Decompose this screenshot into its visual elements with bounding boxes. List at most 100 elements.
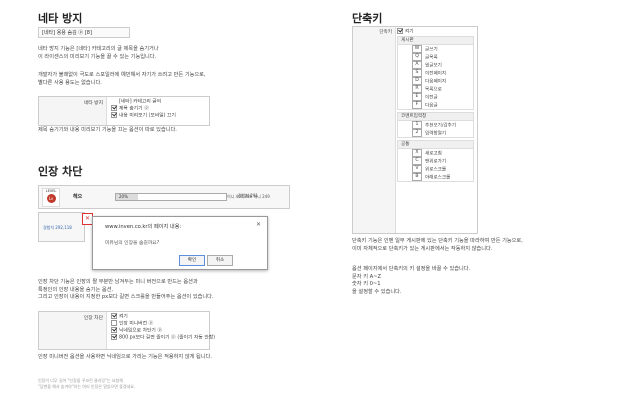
exp-progress: 20% bbox=[115, 193, 227, 201]
shortcut-group-title: 게시판 bbox=[398, 37, 473, 45]
shortcut-key-input[interactable]: B bbox=[412, 173, 422, 181]
shortcut-key-input[interactable]: F bbox=[412, 101, 422, 109]
checkbox[interactable] bbox=[111, 334, 117, 340]
checkbox[interactable] bbox=[111, 112, 117, 118]
signature-option-label: 인장 차단 bbox=[39, 312, 107, 349]
checkbox[interactable] bbox=[397, 28, 403, 34]
shortcut-action-label: 맨위로가기 bbox=[425, 159, 447, 165]
shortcut-action-label: 위로스크롤 bbox=[425, 167, 447, 173]
spoiler-desc-1: 네타 방지 기능은 [네타] 카테고리의 글 제목을 숨기거나 이 라이센스의 … bbox=[38, 46, 159, 60]
exp-percent: 20% bbox=[119, 194, 128, 199]
shortcut-group: 공통 X 새로고침 C 맨위로가기 V 위로스크롤 B 아래로스크롤 bbox=[397, 140, 474, 182]
signature-option-2[interactable]: 닉네임으로 차단기 ⓟ bbox=[111, 327, 215, 334]
shortcut-desc-2: 옵션 페이지에서 단축키의 키 설정을 바꿀 수 있습니다. 문자 키 A~Z … bbox=[352, 266, 471, 295]
shortcut-action-label: 목록으로 bbox=[425, 87, 442, 93]
signature-option-0[interactable]: 켜기 bbox=[111, 313, 215, 320]
signature-label: 경험치 292,118 bbox=[43, 225, 72, 230]
option-label: 인장 미니버전 ⓟ bbox=[119, 321, 154, 327]
level-badge-icon: Lv bbox=[46, 194, 56, 203]
shortcut-row: B 아래로스크롤 bbox=[398, 173, 473, 181]
shortcut-action-label: 추천보기/감추기 bbox=[425, 123, 457, 129]
shortcut-group: 코멘트입력창 1 추천보기/감추기 2 입력창열기 bbox=[397, 112, 474, 138]
shortcut-row: Q 글목록 bbox=[398, 53, 473, 61]
shortcut-key-input[interactable]: X bbox=[412, 149, 422, 157]
shortcut-key-input[interactable]: R bbox=[412, 85, 422, 93]
shortcut-action-label: 다음글 bbox=[425, 103, 438, 109]
shortcut-content: 켜기 게시판 W 글쓰기 Q 글목록 A 윗글보기 S 이전페이지 D 다음페이지 R 목록으로 E 이전글… bbox=[397, 28, 474, 184]
option-label: 닉네임으로 차단기 ⓟ bbox=[119, 328, 163, 334]
shortcut-key-input[interactable]: Q bbox=[412, 53, 422, 61]
spoiler-sample-text: [네타] 용용 숨김 ⓟ [8] bbox=[42, 30, 92, 36]
shortcut-row: W 글쓰기 bbox=[398, 45, 473, 53]
option-label: [네타] 카테고리 글의 bbox=[119, 99, 162, 105]
shortcut-row: C 맨위로가기 bbox=[398, 157, 473, 165]
shortcut-row: R 목록으로 bbox=[398, 85, 473, 93]
shortcut-row: F 다음글 bbox=[398, 101, 473, 109]
shortcut-row: 2 입력창열기 bbox=[398, 129, 473, 137]
shortcut-action-label: 새로고침 bbox=[425, 151, 442, 157]
option-label: 내용 미리보기 (모바일) 끄기 bbox=[119, 113, 176, 119]
spoiler-desc-2: 개발자가 불쾌없이 극도로 스포일러에 예민해서 자기가 쓰려고 만든 기능으로… bbox=[38, 72, 206, 86]
shortcut-key-input[interactable]: 1 bbox=[412, 121, 422, 129]
shortcut-group-title: 코멘트입력창 bbox=[398, 113, 473, 121]
shortcut-key-input[interactable]: E bbox=[412, 93, 422, 101]
ok-button[interactable]: 확인 bbox=[179, 255, 205, 266]
shortcut-row: 1 추천보기/감추기 bbox=[398, 121, 473, 129]
spoiler-sample: [네타] 용용 숨김 ⓟ [8] bbox=[38, 27, 130, 38]
signature-option-3[interactable]: 800 px보다 길면 줄이기 ⓟ (줄이기 자동 안함) bbox=[111, 334, 215, 341]
checkbox[interactable] bbox=[111, 313, 117, 319]
shortcut-action-label: 이전글 bbox=[425, 95, 438, 101]
spoiler-option-1[interactable]: 제목 숨기기 ⓟ bbox=[111, 105, 176, 112]
spoiler-option-list: [네타] 카테고리 글의 제목 숨기기 ⓟ 내용 미리보기 (모바일) 끄기 bbox=[111, 98, 176, 119]
shortcut-row: E 이전글 bbox=[398, 93, 473, 101]
shortcut-action-label: 글목록 bbox=[425, 55, 438, 61]
option-label: 제목 숨기기 ⓟ bbox=[119, 106, 149, 112]
signature-option-box: 인장 차단 켜기 인장 미니버전 ⓟ 닉네임으로 차단기 ⓟ 800 px보다 … bbox=[38, 311, 215, 350]
spoiler-desc-3: 제목 숨기기와 내용 미리보기 기능을 끄는 옵션이 따로 있습니다. bbox=[38, 127, 177, 133]
section-title-shortcuts: 단축키 bbox=[352, 12, 383, 25]
shortcut-key-input[interactable]: W bbox=[412, 45, 422, 53]
shortcut-row: X 새로고침 bbox=[398, 149, 473, 157]
shortcut-panel: 단축키 켜기 게시판 W 글쓰기 Q 글목록 A 윗글보기 S 이전페이지 D 다음페이지 R 목록으로… bbox=[352, 26, 478, 234]
shortcut-key-input[interactable]: C bbox=[412, 157, 422, 165]
shortcut-action-label: 입력창열기 bbox=[425, 131, 447, 137]
section-title-signature: 인장 차단 bbox=[38, 165, 83, 178]
enable-label: 켜기 bbox=[405, 29, 414, 35]
shortcut-action-label: 글쓰기 bbox=[425, 47, 438, 53]
user-name: 헤으 bbox=[73, 194, 83, 200]
stat-3: 경험치 291 bbox=[238, 193, 258, 198]
close-icon[interactable]: ✕ bbox=[256, 221, 261, 228]
shortcut-action-label: 윗글보기 bbox=[425, 63, 442, 69]
shortcut-row: D 다음페이지 bbox=[398, 77, 473, 85]
level-box: LEVEL Lv bbox=[42, 188, 60, 207]
shortcut-key-input[interactable]: V bbox=[412, 165, 422, 173]
spoiler-option-2[interactable]: 내용 미리보기 (모바일) 끄기 bbox=[111, 112, 176, 119]
shortcut-action-label: 다음페이지 bbox=[425, 79, 447, 85]
shortcut-action-label: 아래로스크롤 bbox=[425, 175, 451, 181]
option-label: 800 px보다 길면 줄이기 ⓟ (줄이기 자동 안함) bbox=[119, 335, 216, 341]
signature-block: 경험치 292,118 bbox=[38, 212, 85, 242]
signature-footnote: 인장이 너무 길어 "인장을 꾸코린 클리밍"는 요청해 "답변을 해서 숨겨야… bbox=[38, 378, 136, 389]
cancel-button[interactable]: 취소 bbox=[207, 255, 233, 266]
shortcut-action-label: 이전페이지 bbox=[425, 71, 447, 77]
shortcut-enable[interactable]: 켜기 bbox=[397, 28, 474, 35]
shortcut-row: S 이전페이지 bbox=[398, 69, 473, 77]
shortcut-key-input[interactable]: 2 bbox=[412, 129, 422, 137]
shortcut-key-input[interactable]: S bbox=[412, 69, 422, 77]
hide-icon: ✕ bbox=[84, 215, 91, 222]
spoiler-option-label: 네타 방지 bbox=[39, 97, 107, 125]
signature-option-1[interactable]: 인장 미니버전 ⓟ bbox=[111, 320, 215, 327]
signature-option-list: 켜기 인장 미니버전 ⓟ 닉네임으로 차단기 ⓟ 800 px보다 길면 줄이기… bbox=[111, 313, 215, 341]
shortcut-key-input[interactable]: D bbox=[412, 77, 422, 85]
shortcut-label: 단축키 bbox=[379, 30, 392, 35]
section-title-spoiler: 네타 방지 bbox=[38, 12, 83, 25]
shortcut-key-input[interactable]: A bbox=[412, 61, 422, 69]
shortcut-row: V 위로스크롤 bbox=[398, 165, 473, 173]
signature-desc-1: 인장 차단 기능은 인장의 짤 부분만 남겨두는 미니 버전으로 만드는 옵션과… bbox=[38, 279, 214, 300]
spoiler-option-0[interactable]: [네타] 카테고리 글의 bbox=[111, 98, 176, 105]
signature-desc-2: 인장 미니버전 옵션을 사용하면 닉네임으로 가리는 기능은 적용하지 않게 됩… bbox=[38, 354, 212, 360]
shortcut-groups: 게시판 W 글쓰기 Q 글목록 A 윗글보기 S 이전페이지 D 다음페이지 R 목록으로 E 이전글 F 다음… bbox=[397, 36, 474, 182]
shortcut-group: 게시판 W 글쓰기 Q 글목록 A 윗글보기 S 이전페이지 D 다음페이지 R 목록으로 E 이전글 F 다음… bbox=[397, 36, 474, 110]
shortcut-desc-1: 단축키 기능은 인벤 일부 게시판에 있는 단축키 기능을 따라하여 만든 기능… bbox=[352, 238, 523, 252]
level-text: LEVEL bbox=[45, 189, 57, 193]
